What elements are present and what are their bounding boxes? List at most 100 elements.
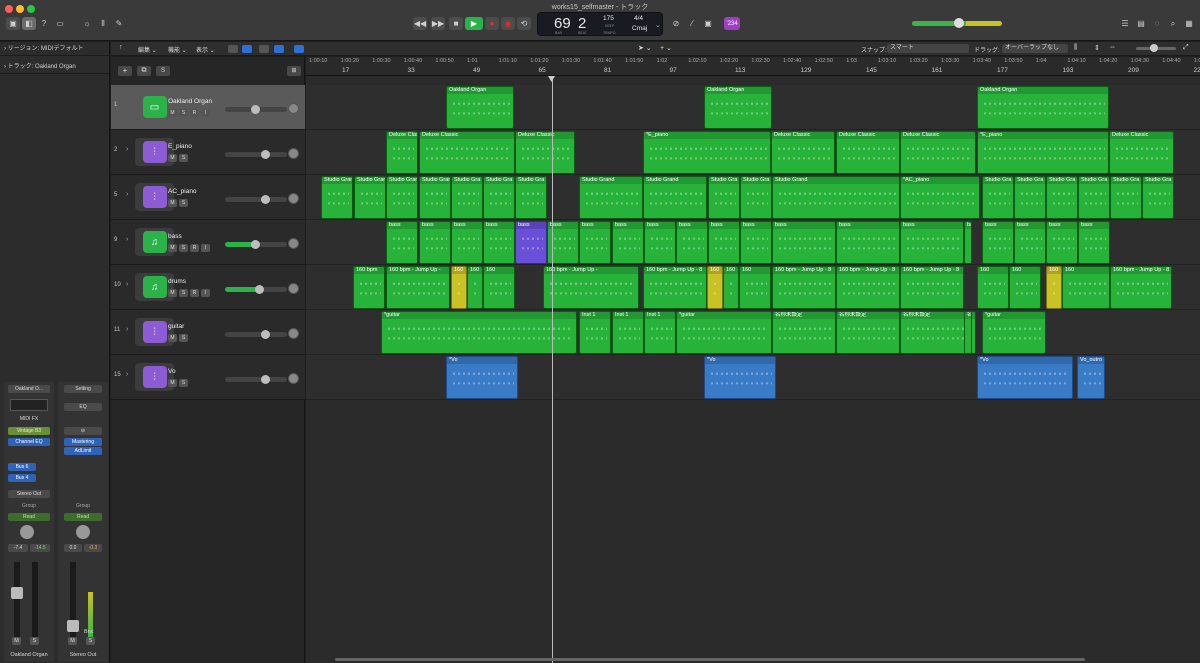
midi-region[interactable]: 160 xyxy=(977,266,1009,309)
track-header[interactable]: 2 › ⫶ E_piano M S xyxy=(111,130,305,175)
count-in-button[interactable]: ʼ234 xyxy=(724,17,740,30)
midi-region[interactable]: 160 xyxy=(1062,266,1110,309)
stop-icon[interactable]: ■ xyxy=(449,17,463,30)
midi-region[interactable]: bass xyxy=(708,221,740,264)
midi-region[interactable]: bass xyxy=(1078,221,1110,264)
disclosure-chevron-icon[interactable]: › xyxy=(126,281,128,288)
fullscreen-icon[interactable]: ⤢ xyxy=(1183,44,1189,52)
strip1-output[interactable]: Stereo Out xyxy=(8,490,50,498)
mute-button[interactable]: M xyxy=(168,289,177,297)
midi-region[interactable]: Studio Gra xyxy=(1110,176,1142,219)
midi-region[interactable]: bass xyxy=(982,221,1014,264)
catch-icon[interactable] xyxy=(228,45,238,53)
audio-region[interactable]: *Vo xyxy=(977,356,1073,399)
help-icon[interactable]: ? xyxy=(37,17,51,30)
snap-select[interactable]: スマート xyxy=(887,44,969,53)
strip1-pan-knob[interactable] xyxy=(20,525,34,539)
functions-menu[interactable]: 機能 ⌄ xyxy=(168,45,187,54)
track-volume-knob[interactable] xyxy=(251,240,260,249)
waveform-zoom-icon[interactable]: ⫼ xyxy=(1074,44,1077,52)
midi-region[interactable]: 160 xyxy=(739,266,771,309)
midi-region[interactable]: Inst 1 xyxy=(612,311,644,354)
play-button[interactable]: ▶ xyxy=(465,17,483,30)
track-name[interactable]: Vo xyxy=(168,368,176,375)
track-pan-knob[interactable] xyxy=(288,193,299,204)
add-track-button[interactable]: + xyxy=(118,66,132,76)
solo-button[interactable]: S xyxy=(179,334,188,342)
track-volume-slider[interactable] xyxy=(225,285,287,294)
track-name[interactable]: AC_piano xyxy=(168,188,197,195)
strip1-solo-button[interactable]: S xyxy=(30,637,39,645)
midi-region[interactable]: 160 bpm - Jump Up - 8 xyxy=(836,266,900,309)
track-pan-knob[interactable] xyxy=(288,373,299,384)
midi-region[interactable]: bass xyxy=(515,221,547,264)
midi-region[interactable]: 名称未設定 xyxy=(964,311,972,354)
track-header[interactable]: 11 › ⫶ guitar M S xyxy=(111,310,305,355)
midi-region[interactable]: 160 xyxy=(467,266,483,309)
track-lane[interactable]: bass bass bass bass bass bass bass bass bass bass… xyxy=(306,220,1200,265)
midi-region[interactable]: bass xyxy=(772,221,836,264)
track-inspector-header[interactable]: › トラック: Oakland Organ xyxy=(0,60,110,74)
strip1-instrument[interactable]: Vintage B3 xyxy=(8,427,50,435)
strip2-automation[interactable]: Read xyxy=(64,513,102,521)
mute-button[interactable]: M xyxy=(168,154,177,162)
midi-region[interactable]: 160 bpm xyxy=(353,266,385,309)
midi-region[interactable]: bass xyxy=(579,221,611,264)
lcd-chevron-icon[interactable]: ⌄ xyxy=(655,21,661,29)
track-header[interactable]: 5 › ⫶ AC_piano M S xyxy=(111,175,305,220)
track-volume-knob[interactable] xyxy=(261,195,270,204)
drag-select[interactable]: オーバーラップなし xyxy=(1002,44,1068,53)
midi-region[interactable]: Studio Gra xyxy=(740,176,772,219)
strip2-setting[interactable]: Setting xyxy=(64,385,102,393)
back-icon[interactable]: ↑ xyxy=(119,44,123,51)
track-volume-slider[interactable] xyxy=(225,195,287,204)
midi-region[interactable]: bass xyxy=(740,221,772,264)
midi-region[interactable]: Deluxe Classic xyxy=(419,131,515,174)
midi-region[interactable]: *AC_piano xyxy=(900,176,980,219)
search-icon[interactable]: ⌕ xyxy=(1166,17,1180,30)
zoom-slider-knob[interactable] xyxy=(1150,44,1158,52)
midi-region[interactable]: Studio Gran xyxy=(386,176,418,219)
midi-region[interactable]: Deluxe Classic xyxy=(386,131,418,174)
midi-region[interactable]: 名称未設定 xyxy=(772,311,836,354)
solo-button[interactable]: S xyxy=(179,154,188,162)
track-lane[interactable]: *Vo *Vo *Vo Vo_outro xyxy=(306,355,1200,400)
strip1-channel-eq[interactable]: Channel EQ xyxy=(8,438,50,446)
pencil-tool-icon[interactable]: + ⌄ xyxy=(660,44,672,52)
midi-region[interactable]: 160 bpm - Jump Up - 8 xyxy=(643,266,707,309)
midi-region[interactable]: 160 bpm - Jump Up - 8 xyxy=(772,266,836,309)
midi-region[interactable]: bass xyxy=(386,221,418,264)
lcd-display[interactable]: 69 2 BAR BEAT 175 KEEP TEMPO 4/4 Cmaj ⌄ xyxy=(537,12,663,36)
track-options-icon[interactable]: ⊞ xyxy=(287,66,301,76)
strip1-midi-fx[interactable]: MIDI FX xyxy=(8,415,50,423)
audio-region[interactable]: *Vo xyxy=(704,356,776,399)
midi-region[interactable]: Deluxe Classic xyxy=(771,131,835,174)
midi-region[interactable]: Studio Gra xyxy=(708,176,740,219)
track-lane[interactable]: Studio Gran Studio Gran Studio Gran Studio … xyxy=(306,175,1200,220)
track-pan-knob[interactable] xyxy=(288,283,299,294)
browser-icon[interactable]: ▦ xyxy=(1182,17,1196,30)
midi-region[interactable]: bass xyxy=(1046,221,1078,264)
strip2-fader[interactable] xyxy=(67,620,79,632)
record-enable-button[interactable]: R xyxy=(190,289,199,297)
midi-region[interactable]: 160 xyxy=(451,266,467,309)
track-lane[interactable]: *guitar Inst 1 Inst 1 Inst 1 *guitar 名称未設定 名称未… xyxy=(306,310,1200,355)
horizontal-zoom-icon[interactable]: ⇔ xyxy=(1109,44,1116,51)
midi-region[interactable]: 160 xyxy=(483,266,515,309)
mute-button[interactable]: M xyxy=(168,379,177,387)
editors-icon[interactable]: ✎ xyxy=(112,17,126,30)
input-monitor-button[interactable]: I xyxy=(201,244,210,252)
midi-region[interactable]: Studio Gran xyxy=(419,176,451,219)
midi-region[interactable]: bass xyxy=(900,221,964,264)
solo-button[interactable]: S xyxy=(179,289,188,297)
smart-controls-icon[interactable]: ☼ xyxy=(80,17,94,30)
strip2-link-icon[interactable]: ⊘ xyxy=(64,427,102,435)
duplicate-track-icon[interactable]: ⧉ xyxy=(137,66,151,76)
track-volume-knob[interactable] xyxy=(255,285,264,294)
strip1-mute-button[interactable]: M xyxy=(12,637,21,645)
midi-region[interactable]: Studio Gra xyxy=(1014,176,1046,219)
solo-button[interactable]: S xyxy=(179,199,188,207)
midi-region[interactable]: 160 bpm - Jump Up - 8 xyxy=(1110,266,1172,309)
midi-region[interactable]: *E_piano xyxy=(977,131,1109,174)
capture-record-icon[interactable]: ◉ xyxy=(501,17,515,30)
